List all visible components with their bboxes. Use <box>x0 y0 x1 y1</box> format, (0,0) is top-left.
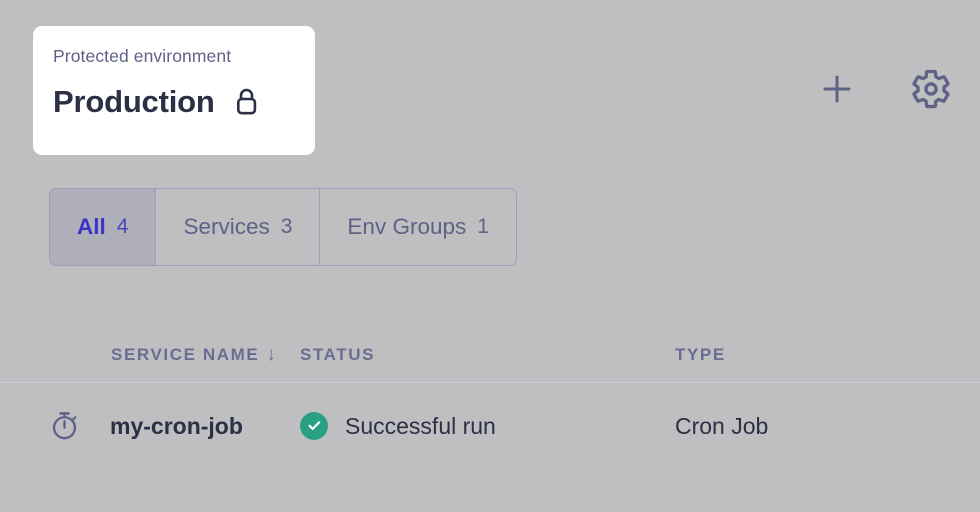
add-button[interactable] <box>816 68 858 110</box>
settings-gear-button[interactable] <box>910 68 952 110</box>
column-header-status[interactable]: STATUS <box>300 344 675 366</box>
tab-services[interactable]: Services 3 <box>156 189 321 265</box>
column-header-service-name-label: SERVICE NAME <box>111 345 260 364</box>
top-action-bar <box>816 68 952 110</box>
environment-name: Production <box>53 84 215 119</box>
service-name-text: my-cron-job <box>110 412 243 439</box>
environment-name-row: Production <box>53 83 293 121</box>
check-circle-icon <box>300 411 328 440</box>
tab-env-groups-label: Env Groups <box>347 214 467 239</box>
tab-env-groups-count: 1 <box>477 215 489 238</box>
lock-icon <box>233 86 261 118</box>
environment-protected-label: Protected environment <box>53 46 232 66</box>
tab-all-count: 4 <box>116 215 129 238</box>
table-header-row: SERVICE NAME ↓ STATUS TYPE <box>0 328 980 383</box>
cell-status: Successful run <box>300 411 675 440</box>
tab-services-count: 3 <box>280 215 293 238</box>
tab-all-label: All <box>77 214 106 239</box>
column-header-type-label: TYPE <box>675 345 726 364</box>
column-header-service-name[interactable]: SERVICE NAME ↓ <box>0 344 300 366</box>
tab-env-groups[interactable]: Env Groups 1 <box>320 189 516 265</box>
environment-card[interactable]: Protected environment Production <box>33 26 315 155</box>
column-header-type[interactable]: TYPE <box>675 344 875 366</box>
services-table: SERVICE NAME ↓ STATUS TYPE my-cron-job S… <box>0 328 980 468</box>
stopwatch-icon <box>48 409 81 442</box>
filter-tabs: All 4 Services 3 Env Groups 1 <box>49 188 517 266</box>
app-root: Protected environment Production All 4 S… <box>0 0 980 512</box>
cell-type: Cron Job <box>675 412 769 439</box>
table-row[interactable]: my-cron-job Successful run Cron Job <box>0 383 980 468</box>
cell-service-name: my-cron-job <box>0 409 300 442</box>
status-text: Successful run <box>345 412 496 439</box>
sort-descending-icon: ↓ <box>266 344 276 365</box>
column-header-status-label: STATUS <box>300 345 376 364</box>
gear-icon <box>912 69 950 109</box>
tab-services-label: Services <box>183 214 270 239</box>
tab-all[interactable]: All 4 <box>50 189 157 265</box>
